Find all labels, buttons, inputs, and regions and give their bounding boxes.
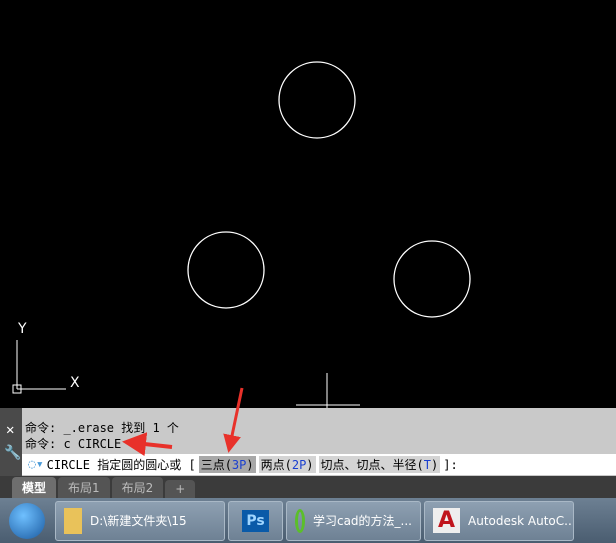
- taskbar-item-folder[interactable]: D:\新建文件夹\15: [55, 500, 225, 541]
- tab-model[interactable]: 模型: [12, 477, 57, 498]
- option-ttr[interactable]: 切点、切点、半径(T): [318, 456, 441, 473]
- ucs-x-label: X: [70, 375, 80, 391]
- recent-commands-icon[interactable]: ◌▾: [28, 457, 44, 472]
- circle-entity[interactable]: [278, 61, 356, 139]
- drawing-canvas[interactable]: Y X: [0, 0, 616, 408]
- browser-icon: [295, 508, 305, 533]
- command-panel: ✕ 🔧 命令: _.erase 找到 1 个 命令: c CIRCLE ◌▾ C…: [0, 408, 616, 476]
- ucs-y-label: Y: [17, 321, 27, 337]
- crosshair-cursor: [296, 373, 360, 408]
- tab-layout1[interactable]: 布局1: [58, 477, 110, 498]
- history-line: 命令: c CIRCLE: [25, 437, 122, 451]
- taskbar-item-browser[interactable]: 学习cad的方法_...: [286, 500, 421, 541]
- folder-icon: [64, 507, 82, 534]
- command-panel-strip: ✕ 🔧: [0, 408, 22, 476]
- prompt-text: CIRCLE 指定圆的圆心或 [: [46, 458, 196, 472]
- layout-tabs: 模型 布局1 布局2 +: [0, 476, 616, 498]
- close-icon[interactable]: ✕: [6, 422, 14, 438]
- windows-logo-icon: [9, 502, 45, 539]
- wrench-icon[interactable]: 🔧: [4, 445, 21, 461]
- taskbar-label: D:\新建文件夹\15: [90, 514, 187, 528]
- photoshop-icon: Ps: [242, 509, 269, 532]
- start-button[interactable]: [2, 500, 52, 542]
- prompt-suffix: ]:: [443, 457, 458, 472]
- autocad-icon: A: [433, 508, 461, 533]
- option-2p[interactable]: 两点(2P): [258, 456, 316, 473]
- taskbar-label: Autodesk AutoC...: [468, 513, 574, 528]
- tab-layout2[interactable]: 布局2: [111, 477, 164, 498]
- circle-entity[interactable]: [187, 231, 265, 309]
- command-input[interactable]: ◌▾ CIRCLE 指定圆的圆心或 [ 三点(3P) 两点(2P) 切点、切点、…: [22, 454, 616, 475]
- add-layout-button[interactable]: +: [165, 480, 196, 498]
- taskbar-item-autocad[interactable]: A Autodesk AutoC...: [424, 500, 574, 541]
- circle-entity[interactable]: [393, 240, 471, 318]
- option-3p[interactable]: 三点(3P): [198, 456, 256, 473]
- taskbar-label: 学习cad的方法_...: [312, 514, 412, 528]
- taskbar-item-photoshop[interactable]: Ps: [228, 500, 283, 541]
- taskbar: D:\新建文件夹\15 Ps 学习cad的方法_... A Autodesk Au…: [0, 498, 616, 543]
- ucs-icon: Y X: [12, 321, 80, 394]
- history-line: 命令: _.erase 找到 1 个: [25, 421, 179, 435]
